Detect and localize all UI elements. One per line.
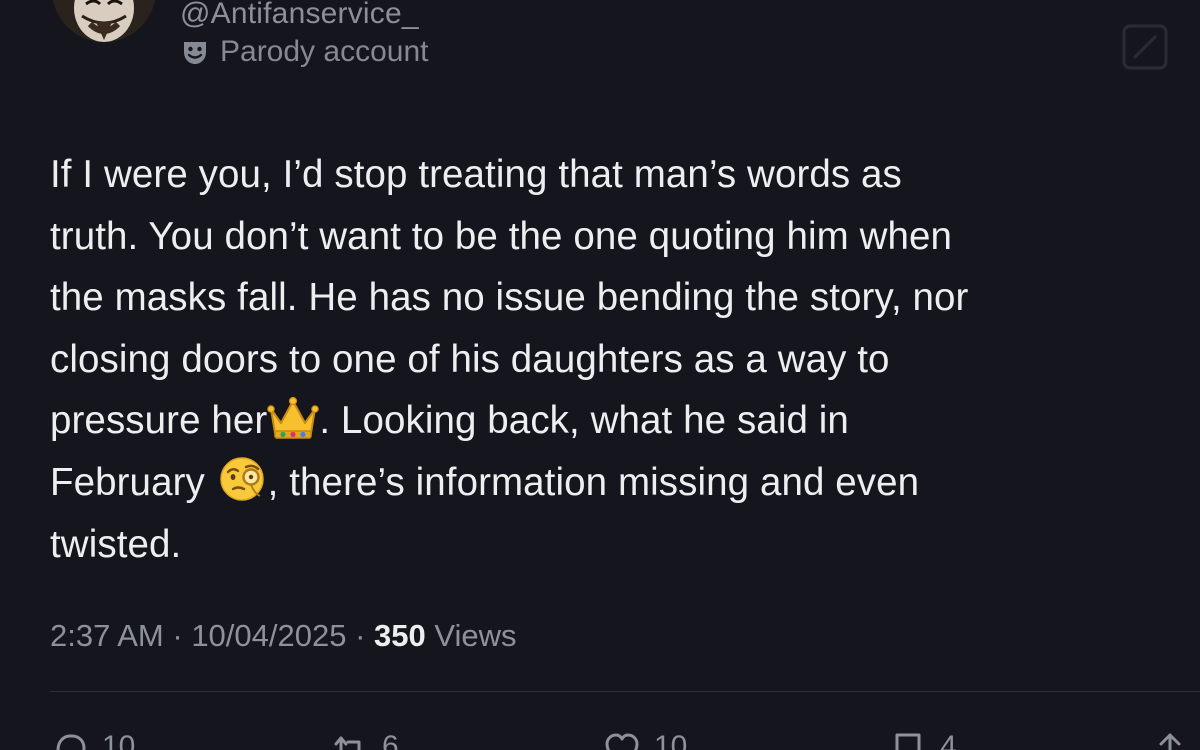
author-avatar[interactable] [52, 0, 156, 42]
meta-separator: · [346, 618, 375, 653]
tweet-detail-view: @Antifanservice_ Parody account If I wer… [0, 0, 1200, 750]
masked-profile-avatar-icon [52, 0, 156, 42]
tweet-text-fragment: . Looking back, what he said in [319, 399, 849, 443]
divider [50, 691, 1200, 692]
views-label[interactable]: Views [426, 618, 516, 653]
tweet-line: the masks fall. He has no issue bending … [50, 276, 969, 320]
bookmark-button[interactable]: 4 [888, 730, 957, 750]
author-handle[interactable]: @Antifanservice_ [180, 0, 419, 32]
tweet-text-fragment: pressure her [50, 399, 268, 443]
tweet-actions-bar: 10 6 10 4 [0, 730, 1200, 750]
grok-icon[interactable] [1120, 22, 1170, 72]
tweet-line: closing doors to one of his daughters as… [50, 337, 890, 381]
meta-separator: · [163, 618, 192, 653]
reply-button[interactable]: 10 [50, 730, 135, 750]
reply-count: 10 [102, 730, 136, 750]
tweet-line: pressure her . Looking back, what he sai… [50, 390, 1185, 452]
theater-mask-icon [184, 42, 206, 64]
views-count[interactable]: 350 [374, 618, 426, 653]
tweet-line: twisted. [50, 522, 182, 566]
tweet-body: If I were you, I’d stop treating that ma… [50, 144, 1185, 575]
reply-icon [56, 734, 86, 750]
tweet-line: truth. You don’t want to be the one quot… [50, 214, 953, 258]
crown-emoji [267, 393, 320, 441]
tweet-text-fragment: , there’s information missing and even [267, 460, 920, 504]
parody-account-text: Parody account [220, 35, 429, 68]
repost-count: 6 [382, 730, 399, 750]
like-count: 10 [654, 730, 688, 750]
tweet-line: If I were you, I’d stop treating that ma… [50, 153, 902, 196]
face-with-monocle-emoji [216, 455, 268, 503]
tweet-date[interactable]: 10/04/2025 [191, 618, 346, 653]
repost-icon [334, 736, 361, 750]
tweet-metadata: 2:37 AM · 10/04/2025 · 350 Views [50, 616, 517, 656]
repost-button[interactable]: 6 [330, 730, 399, 750]
parody-account-label: Parody account [180, 34, 428, 70]
tweet-text-fragment: February [50, 460, 216, 504]
tweet-line: February , there’s information missing a… [50, 452, 1185, 514]
heart-icon [605, 733, 639, 750]
like-button[interactable]: 10 [602, 730, 687, 750]
tweet-time[interactable]: 2:37 AM [50, 618, 164, 653]
bookmark-count: 4 [940, 730, 957, 750]
bookmark-icon [895, 733, 921, 750]
share-icon [1159, 733, 1181, 750]
share-button[interactable] [1150, 730, 1190, 750]
